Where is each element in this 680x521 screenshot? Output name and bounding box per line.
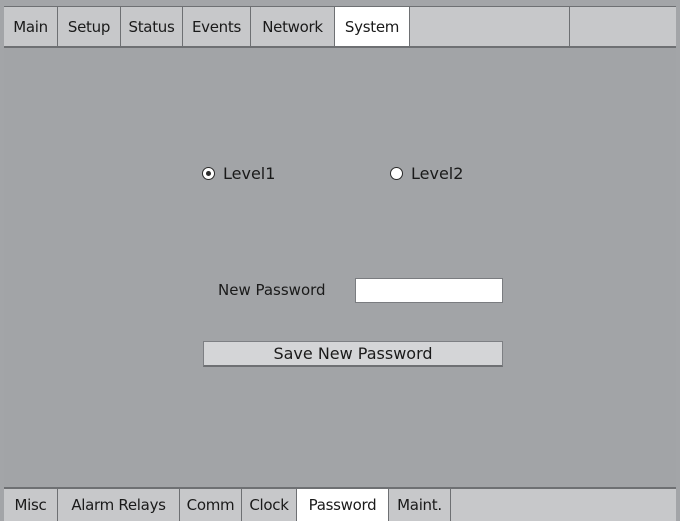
tab-clock[interactable]: Clock	[242, 489, 297, 521]
new-password-label: New Password	[218, 281, 326, 299]
tab-spacer-end	[570, 7, 676, 46]
save-new-password-button[interactable]: Save New Password	[203, 341, 503, 367]
level1-label: Level1	[223, 163, 276, 183]
tab-events[interactable]: Events	[183, 7, 251, 46]
tab-maint[interactable]: Maint.	[389, 489, 451, 521]
hmi-screen: Main Setup Status Events Network System …	[0, 0, 680, 521]
tab-password[interactable]: Password	[297, 489, 389, 521]
new-password-input[interactable]	[355, 278, 503, 303]
level2-radio[interactable]: Level2	[390, 158, 463, 188]
level2-label: Level2	[411, 163, 464, 183]
tab-misc[interactable]: Misc	[4, 489, 58, 521]
tab-spacer	[410, 7, 570, 46]
tab-comm[interactable]: Comm	[180, 489, 242, 521]
tab-alarm-relays[interactable]: Alarm Relays	[58, 489, 180, 521]
level1-radio[interactable]: Level1	[202, 158, 275, 188]
level-radio-group: Level1 Level2	[4, 158, 676, 188]
bottom-tab-spacer	[451, 489, 676, 521]
password-panel: Level1 Level2 New Password Save New Pass…	[4, 48, 676, 487]
radio-checked-icon	[202, 166, 215, 180]
tab-main[interactable]: Main	[4, 7, 58, 46]
top-tab-bar: Main Setup Status Events Network System	[4, 6, 676, 48]
tab-status[interactable]: Status	[121, 7, 183, 46]
tab-network[interactable]: Network	[251, 7, 335, 46]
tab-setup[interactable]: Setup	[58, 7, 121, 46]
tab-system[interactable]: System	[335, 7, 410, 46]
bottom-tab-bar: Misc Alarm Relays Comm Clock Password Ma…	[4, 487, 676, 521]
radio-unchecked-icon	[390, 166, 403, 180]
